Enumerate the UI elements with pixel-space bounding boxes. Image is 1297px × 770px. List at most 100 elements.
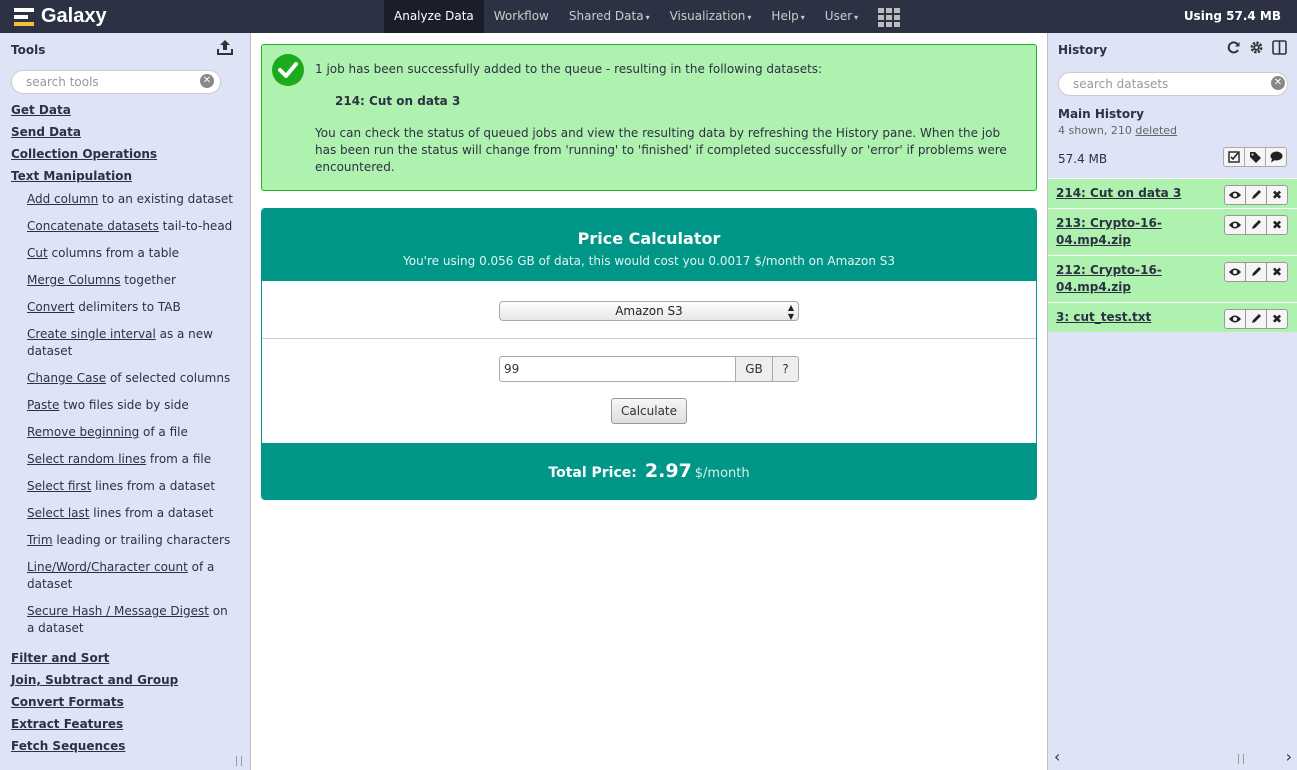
pencil-icon[interactable] bbox=[1245, 215, 1267, 235]
galaxy-brand[interactable]: Galaxy bbox=[14, 4, 107, 29]
nav-workflow[interactable]: Workflow bbox=[484, 0, 559, 33]
nav-shared-data[interactable]: Shared Data ▾ bbox=[559, 0, 660, 33]
history-count: 4 shown, 210 deleted bbox=[1058, 124, 1178, 137]
message-dataset: 214: Cut on data 3 bbox=[335, 94, 461, 108]
nav-help[interactable]: Help ▾ bbox=[761, 0, 814, 33]
panel-resize-handle[interactable] bbox=[236, 756, 242, 766]
dataset-item[interactable]: 3: cut_test.txt ✖ bbox=[1048, 302, 1297, 332]
columns-icon[interactable] bbox=[1272, 40, 1287, 55]
tool-item[interactable]: Merge Columns together bbox=[0, 272, 250, 289]
unit-addon: GB bbox=[735, 356, 773, 382]
history-size: 57.4 MB bbox=[1058, 152, 1108, 166]
tags-icon[interactable] bbox=[1244, 147, 1266, 167]
tool-item[interactable]: Trim leading or trailing characters bbox=[0, 532, 250, 549]
clear-search-icon[interactable]: ✕ bbox=[1271, 76, 1285, 90]
dataset-item[interactable]: 213: Crypto-16-04.mp4.zip ✖ bbox=[1048, 208, 1297, 255]
tool-panel-header: Tools bbox=[0, 33, 250, 63]
masthead: Galaxy Analyze Data Workflow Shared Data… bbox=[0, 0, 1297, 33]
close-icon[interactable]: ✖ bbox=[1266, 262, 1288, 282]
clear-search-icon[interactable]: ✕ bbox=[200, 74, 214, 88]
total-price-bar: Total Price: 2.97 $/month bbox=[262, 443, 1036, 499]
nav-user[interactable]: User ▾ bbox=[815, 0, 868, 33]
tool-item[interactable]: Concatenate datasets tail-to-head bbox=[0, 218, 250, 235]
eye-icon[interactable] bbox=[1224, 262, 1246, 282]
calculator-title: Price Calculator bbox=[577, 229, 721, 248]
panel-resize-handle[interactable] bbox=[1238, 754, 1244, 764]
price-calculator: Price Calculator You're using 0.056 GB o… bbox=[261, 208, 1037, 500]
tool-section-extract-features[interactable]: Extract Features bbox=[0, 713, 250, 735]
text-manipulation-tools: Add column to an existing dataset Concat… bbox=[0, 187, 250, 637]
dataset-item[interactable]: 212: Crypto-16-04.mp4.zip ✖ bbox=[1048, 255, 1297, 302]
tool-item[interactable]: Remove beginning of a file bbox=[0, 424, 250, 441]
check-circle-icon bbox=[272, 54, 304, 86]
tool-search-input[interactable]: search tools bbox=[11, 70, 221, 94]
storage-amount-input[interactable]: 99 bbox=[499, 356, 735, 382]
tool-item[interactable]: Paste two files side by side bbox=[0, 397, 250, 414]
tool-section-filter-and-sort[interactable]: Filter and Sort bbox=[0, 647, 250, 669]
dataset-item[interactable]: 214: Cut on data 3 ✖ bbox=[1048, 178, 1297, 208]
deleted-link[interactable]: deleted bbox=[1135, 124, 1177, 137]
tool-item[interactable]: Select first lines from a dataset bbox=[0, 478, 250, 495]
help-button[interactable]: ? bbox=[772, 356, 799, 382]
dataset-title[interactable]: 3: cut_test.txt bbox=[1056, 310, 1151, 324]
total-price-unit: $/month bbox=[694, 466, 750, 481]
tool-item[interactable]: Secure Hash / Message Digest on a datase… bbox=[0, 603, 250, 637]
dataset-title[interactable]: 212: Crypto-16-04.mp4.zip bbox=[1056, 263, 1162, 294]
provider-select[interactable]: Amazon S3 ▲ ▼ bbox=[499, 301, 799, 321]
close-icon[interactable]: ✖ bbox=[1266, 309, 1288, 329]
chevron-right-icon[interactable]: › bbox=[1286, 747, 1292, 766]
select-items-icon[interactable] bbox=[1223, 147, 1245, 167]
close-icon[interactable]: ✖ bbox=[1266, 215, 1288, 235]
select-arrows-icon: ▲ ▼ bbox=[787, 303, 794, 321]
tool-section-text-manipulation[interactable]: Text Manipulation bbox=[0, 165, 250, 187]
nav-visualization[interactable]: Visualization ▾ bbox=[660, 0, 762, 33]
calculate-button[interactable]: Calculate bbox=[611, 398, 687, 424]
tool-item[interactable]: Convert delimiters to TAB bbox=[0, 299, 250, 316]
success-message: 1 job has been successfully added to the… bbox=[261, 44, 1037, 191]
close-icon[interactable]: ✖ bbox=[1266, 185, 1288, 205]
quota-meter[interactable]: Using 57.4 MB bbox=[1184, 0, 1281, 33]
history-actions bbox=[1223, 147, 1287, 167]
tool-section-join-subtract-group[interactable]: Join, Subtract and Group bbox=[0, 669, 250, 691]
nav-scratchbook[interactable] bbox=[868, 0, 910, 33]
tool-list: Get Data Send Data Collection Operations… bbox=[0, 99, 250, 757]
calculator-subtitle: You're using 0.056 GB of data, this woul… bbox=[402, 254, 895, 268]
history-search-input[interactable]: search datasets bbox=[1058, 72, 1288, 96]
caret-down-icon: ▾ bbox=[747, 13, 752, 22]
tool-item[interactable]: Create single interval as a new dataset bbox=[0, 326, 250, 360]
tool-item[interactable]: Select last lines from a dataset bbox=[0, 505, 250, 522]
pencil-icon[interactable] bbox=[1245, 309, 1267, 329]
eye-icon[interactable] bbox=[1224, 185, 1246, 205]
eye-icon[interactable] bbox=[1224, 215, 1246, 235]
tool-item[interactable]: Cut columns from a table bbox=[0, 245, 250, 262]
pencil-icon[interactable] bbox=[1245, 185, 1267, 205]
dataset-title[interactable]: 214: Cut on data 3 bbox=[1056, 186, 1181, 200]
gear-icon[interactable] bbox=[1249, 40, 1264, 55]
tool-section-convert-formats[interactable]: Convert Formats bbox=[0, 691, 250, 713]
message-summary: 1 job has been successfully added to the… bbox=[315, 62, 823, 76]
provider-row: Amazon S3 ▲ ▼ bbox=[262, 281, 1036, 339]
main-nav: Analyze Data Workflow Shared Data ▾ Visua… bbox=[384, 0, 910, 33]
tool-section-collection-operations[interactable]: Collection Operations bbox=[0, 143, 250, 165]
refresh-icon[interactable] bbox=[1226, 40, 1241, 55]
nav-analyze-data[interactable]: Analyze Data bbox=[384, 0, 484, 33]
dataset-title[interactable]: 213: Crypto-16-04.mp4.zip bbox=[1056, 216, 1162, 247]
tool-item[interactable]: Select random lines from a file bbox=[0, 451, 250, 468]
eye-icon[interactable] bbox=[1224, 309, 1246, 329]
annotation-icon[interactable] bbox=[1265, 147, 1287, 167]
tool-item[interactable]: Add column to an existing dataset bbox=[0, 191, 250, 208]
history-header: History bbox=[1048, 33, 1297, 63]
upload-icon[interactable] bbox=[216, 39, 234, 56]
tool-item[interactable]: Change Case of selected columns bbox=[0, 370, 250, 387]
history-name[interactable]: Main History bbox=[1058, 107, 1144, 121]
center-panel: 1 job has been successfully added to the… bbox=[251, 33, 1047, 770]
tool-item[interactable]: Line/Word/Character count of a dataset bbox=[0, 559, 250, 593]
tool-section-send-data[interactable]: Send Data bbox=[0, 121, 250, 143]
tool-section-fetch-sequences[interactable]: Fetch Sequences bbox=[0, 735, 250, 757]
grid-icon bbox=[878, 8, 901, 27]
caret-down-icon: ▾ bbox=[854, 13, 859, 22]
chevron-left-icon[interactable]: ‹ bbox=[1054, 747, 1060, 766]
pencil-icon[interactable] bbox=[1245, 262, 1267, 282]
history-panel-title: History bbox=[1058, 43, 1108, 57]
tool-section-get-data[interactable]: Get Data bbox=[0, 99, 250, 121]
